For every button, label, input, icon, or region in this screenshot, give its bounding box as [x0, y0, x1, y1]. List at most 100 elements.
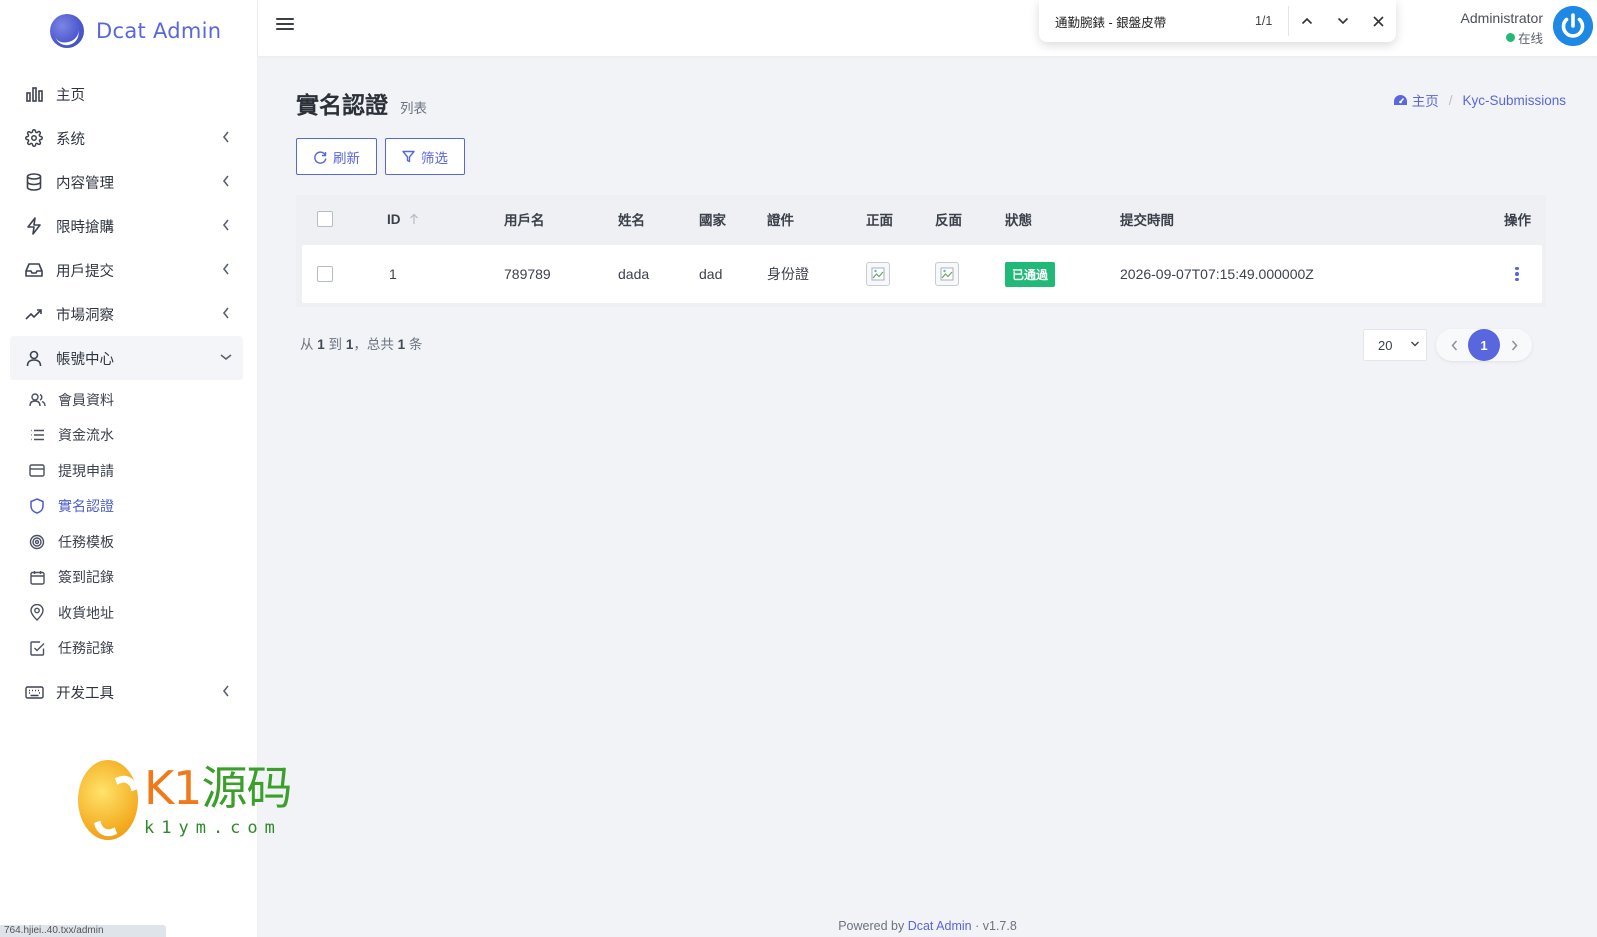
chevron-left-icon — [219, 218, 233, 232]
per-page-select[interactable]: 20 — [1363, 329, 1427, 361]
browser-status-url: 764.hjiei..40.txx/admin — [0, 925, 166, 937]
sidebar-item-user-submissions[interactable]: 用戶提交 — [0, 248, 257, 292]
select-all-checkbox[interactable] — [317, 211, 333, 227]
sidebar-item-label: 系统 — [56, 131, 85, 148]
filter-button[interactable]: 筛选 — [385, 138, 465, 175]
sidebar-item-system[interactable]: 系统 — [0, 116, 257, 160]
inbox-icon — [24, 260, 44, 280]
sidebar-subitem-label: 實名認證 — [58, 498, 114, 515]
sidebar-item-content[interactable]: 内容管理 — [0, 160, 257, 204]
sidebar-item-flash-sale[interactable]: 限時搶購 — [0, 204, 257, 248]
user-icon — [24, 348, 44, 368]
footer: Powered by Dcat Admin · v1.7.8 — [838, 919, 1017, 933]
find-next-button[interactable] — [1325, 6, 1361, 36]
sidebar-item-fund-flow[interactable]: 資金流水 — [0, 418, 257, 454]
menu-toggle-icon[interactable] — [276, 16, 294, 32]
column-submitted-at: 提交時間 — [1120, 213, 1174, 228]
sort-arrow-icon — [409, 213, 418, 224]
status-badge: 已通過 — [1005, 261, 1056, 287]
check-square-icon — [28, 639, 46, 657]
column-country: 國家 — [699, 213, 726, 228]
close-icon — [1373, 15, 1384, 27]
sidebar-subitem-label: 任務記錄 — [58, 640, 114, 657]
filter-icon — [402, 150, 415, 163]
breadcrumb-separator: / — [1448, 92, 1453, 108]
user-menu[interactable]: Administrator 在线 — [1461, 6, 1593, 47]
bar-chart-icon — [24, 84, 44, 104]
user-name: Administrator — [1460, 10, 1543, 26]
sidebar-subitem-label: 提現申請 — [58, 462, 114, 479]
brand[interactable]: Dcat Admin — [0, 0, 257, 62]
breadcrumb: 主页 / Kyc-Submissions — [1393, 90, 1566, 110]
keyboard-icon — [24, 682, 44, 702]
sidebar-item-market-insights[interactable]: 市場洞察 — [0, 292, 257, 336]
cell-name: dada — [618, 266, 650, 282]
column-id[interactable]: ID — [342, 212, 504, 227]
online-dot-icon — [1505, 33, 1515, 42]
prev-page-button[interactable] — [1446, 337, 1462, 353]
sidebar-subitem-label: 簽到記錄 — [58, 569, 114, 586]
avatar[interactable] — [1553, 6, 1593, 46]
row-checkbox[interactable] — [317, 266, 333, 282]
sidebar-item-label: 市場洞察 — [56, 307, 114, 324]
sidebar-item-account-center[interactable]: 帳號中心 — [10, 336, 243, 380]
sidebar-item-kyc[interactable]: 實名認證 — [0, 489, 257, 525]
find-previous-button[interactable] — [1289, 6, 1325, 36]
sidebar-item-dev-tools[interactable]: 开发工具 — [0, 670, 257, 714]
column-document: 證件 — [767, 213, 794, 228]
sidebar-item-label: 内容管理 — [56, 175, 114, 192]
breadcrumb-home[interactable]: 主页 — [1393, 90, 1439, 110]
footer-link[interactable]: Dcat Admin — [908, 919, 972, 933]
calendar-icon — [28, 568, 46, 586]
sidebar-item-shipping-address[interactable]: 收貨地址 — [0, 595, 257, 631]
watermark-domain: k1ym.com — [144, 818, 282, 838]
sidebar-item-task-records[interactable]: 任務記錄 — [0, 631, 257, 667]
shield-icon — [28, 497, 46, 515]
sidebar-item-withdrawals[interactable]: 提現申請 — [0, 453, 257, 489]
chevron-left-icon — [219, 130, 233, 144]
sidebar-menu: 主页 系统 内容管理 限時搶購 用戶提交 市場洞察 帳號中心 — [0, 72, 257, 380]
chevron-down-icon — [1411, 341, 1419, 347]
next-page-button[interactable] — [1506, 337, 1522, 353]
column-username: 用戶名 — [504, 213, 545, 228]
find-input[interactable]: 通勤腕錶 - 銀盤皮帶 — [1055, 12, 1223, 31]
gear-icon — [24, 128, 44, 148]
breadcrumb-home-label: 主页 — [1411, 94, 1439, 109]
column-front: 正面 — [866, 213, 893, 228]
table-header: ID 用戶名 姓名 國家 證件 正面 反面 狀態 提交時間 操作 — [300, 199, 1542, 239]
chevron-down-icon — [219, 350, 233, 364]
find-close-button[interactable] — [1360, 6, 1396, 36]
sidebar-subitem-label: 收貨地址 — [58, 604, 114, 621]
column-status: 狀態 — [1005, 213, 1032, 228]
row-actions-kebab-icon[interactable] — [1510, 264, 1524, 284]
brand-logo — [50, 14, 84, 48]
sidebar-item-label: 帳號中心 — [56, 351, 114, 368]
sidebar: Dcat Admin 主页 系统 内容管理 限時搶購 用戶提交 市場洞察 帳號中… — [0, 0, 292, 937]
chevron-left-icon — [1450, 340, 1457, 350]
refresh-button[interactable]: 刷新 — [296, 138, 377, 175]
front-image-thumbnail[interactable] — [866, 262, 890, 286]
cell-submitted-at: 2026-09-07T07:15:49.000000Z — [1120, 266, 1314, 282]
broken-image-icon — [871, 267, 885, 281]
chevron-up-icon — [1302, 17, 1313, 25]
brand-name: Dcat Admin — [96, 19, 222, 43]
sidebar-item-label: 主页 — [56, 87, 85, 104]
page-1-button[interactable]: 1 — [1468, 329, 1500, 361]
chevron-left-icon — [219, 684, 233, 698]
sidebar-item-home[interactable]: 主页 — [0, 72, 257, 116]
chevron-left-icon — [219, 306, 233, 320]
watermark-logo: K1源码 k1ym.com — [78, 760, 292, 845]
cell-country: dad — [699, 266, 723, 282]
sidebar-item-members[interactable]: 會員資料 — [0, 382, 257, 418]
sidebar-item-label: 限時搶購 — [56, 219, 114, 236]
data-table: ID 用戶名 姓名 國家 證件 正面 反面 狀態 提交時間 操作 1 78978… — [296, 195, 1546, 307]
pagination: 1 — [1436, 329, 1532, 361]
sidebar-subitem-label: 資金流水 — [58, 427, 114, 444]
refresh-icon — [313, 150, 327, 164]
sidebar-item-task-templates[interactable]: 任務模板 — [0, 524, 257, 560]
column-back: 反面 — [935, 213, 962, 228]
sidebar-item-checkin-records[interactable]: 簽到記錄 — [0, 560, 257, 596]
back-image-thumbnail[interactable] — [935, 262, 959, 286]
page-subtitle: 列表 — [400, 101, 427, 116]
filter-label: 筛选 — [421, 150, 448, 166]
